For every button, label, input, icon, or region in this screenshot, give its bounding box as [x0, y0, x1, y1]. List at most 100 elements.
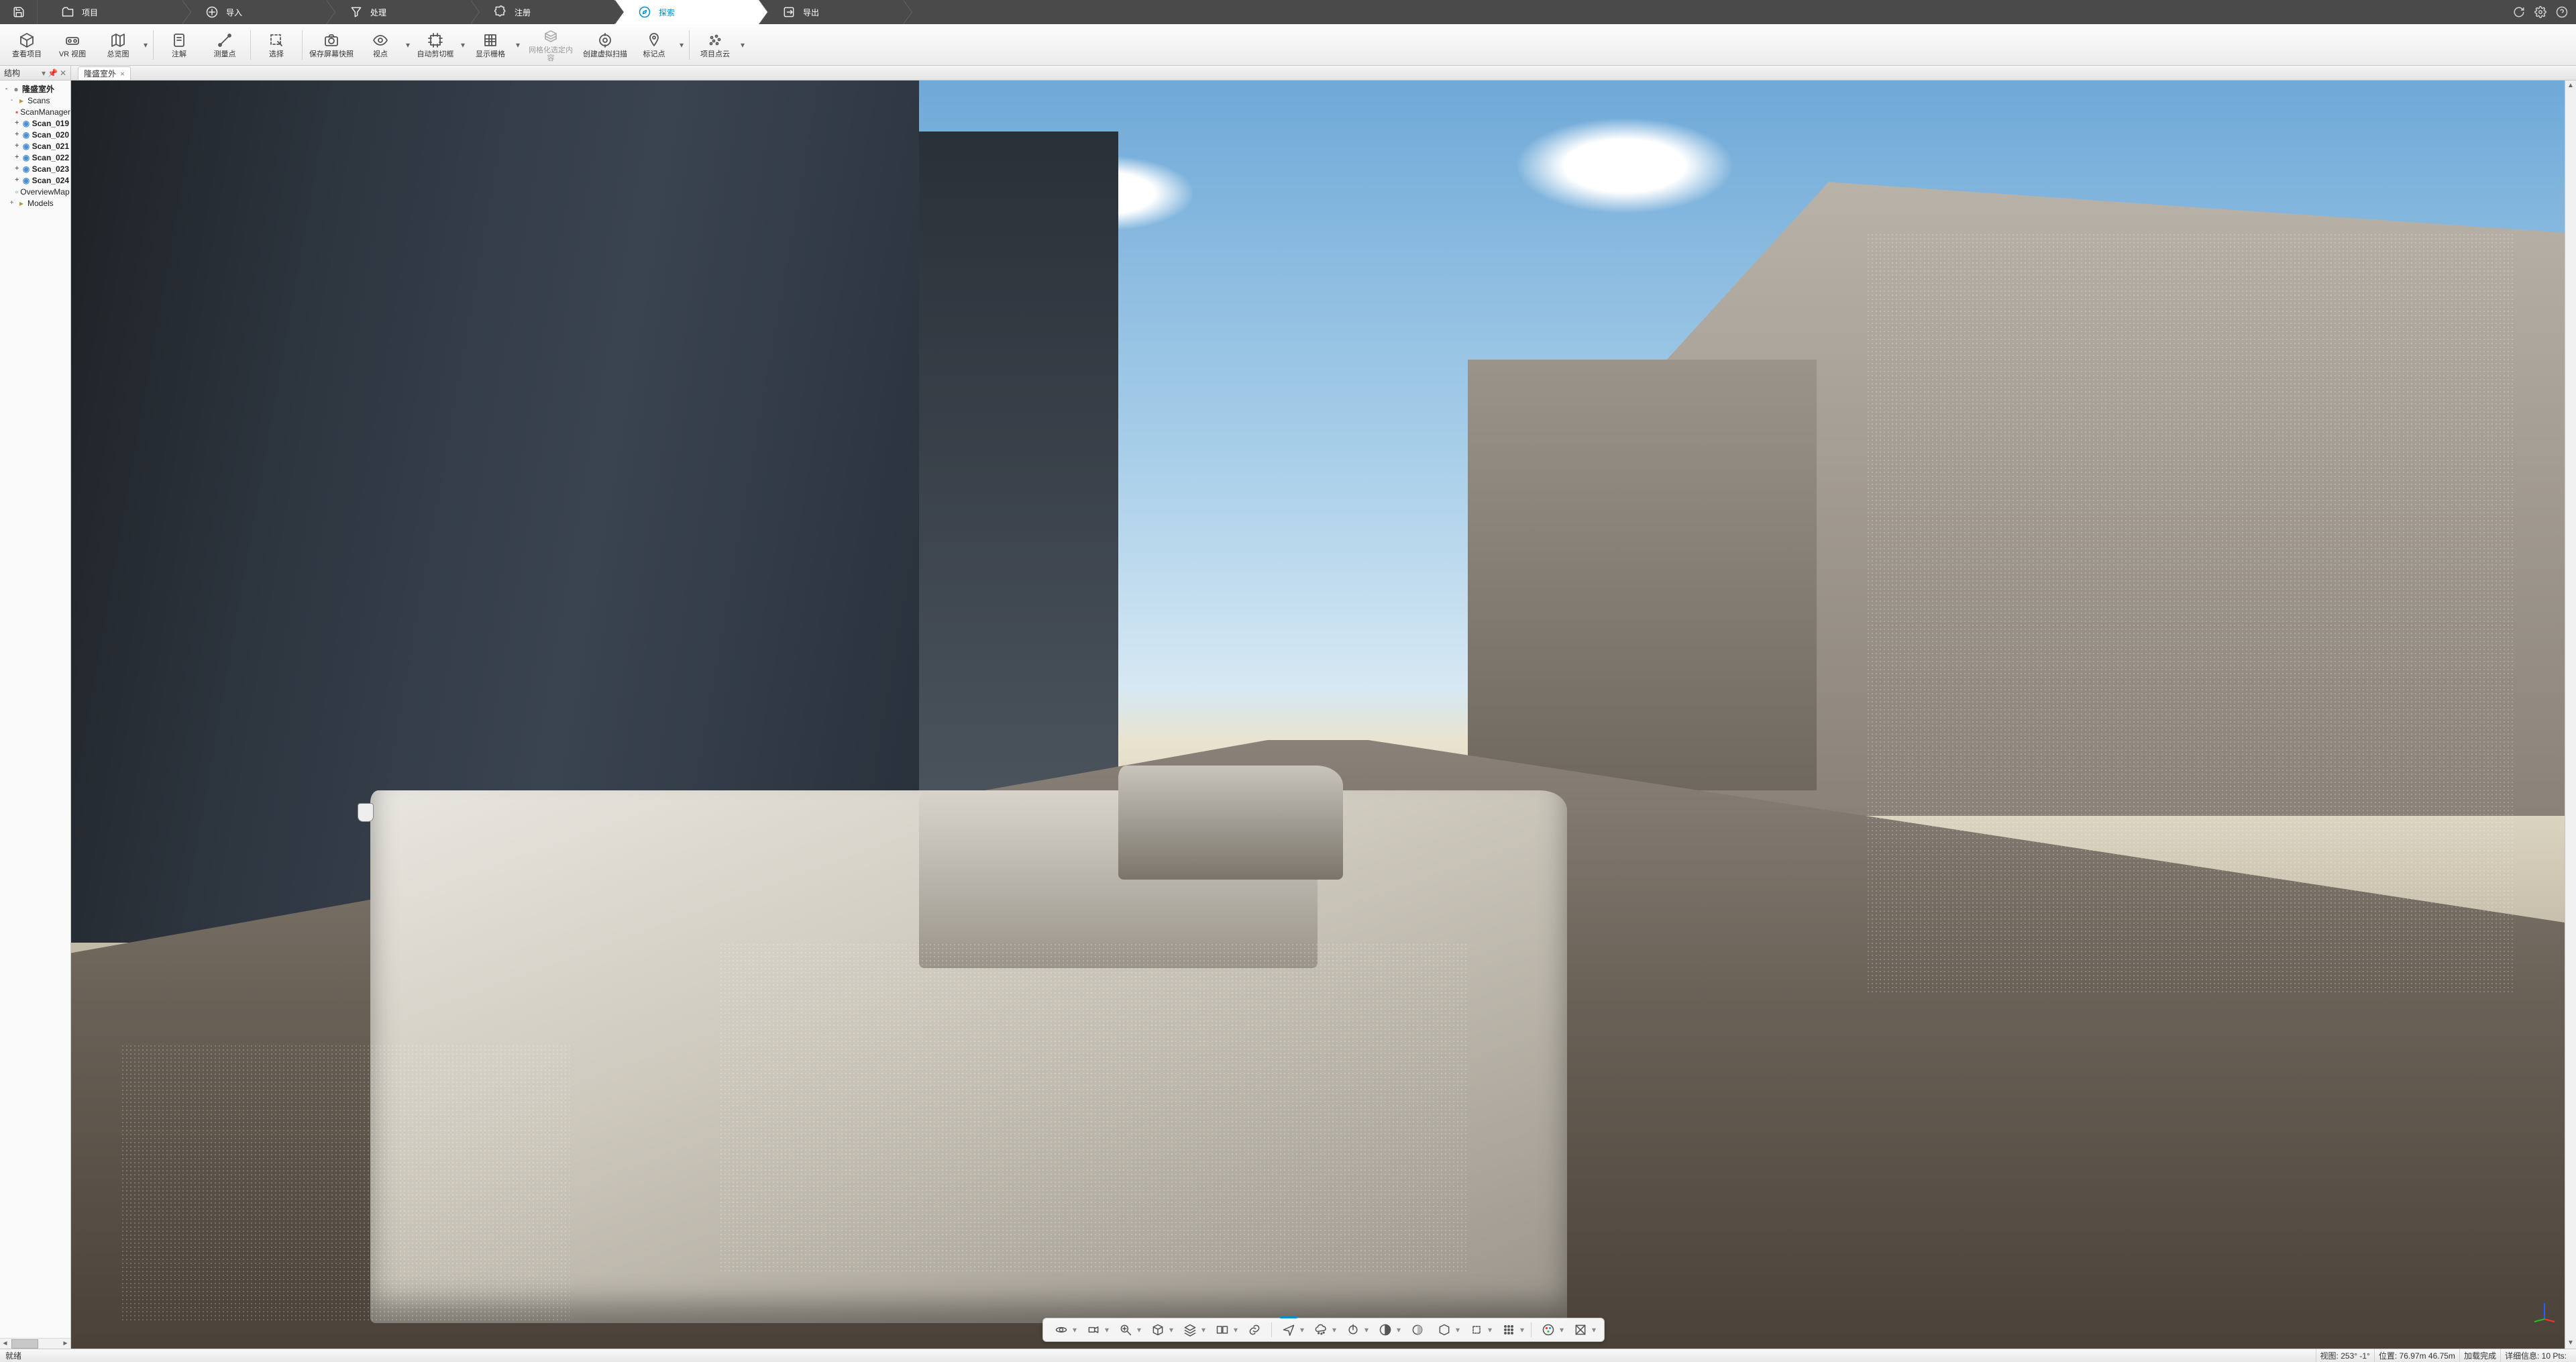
normals-icon — [1346, 1323, 1360, 1337]
ribbon-overview-dropdown[interactable]: ▾ — [141, 25, 150, 64]
ribbon-annotate-button[interactable]: 注解 — [156, 25, 202, 64]
ribbon-clipbox-button[interactable]: 自动剪切框 — [413, 25, 458, 64]
structure-tree[interactable]: -●隆盛室外-▸Scans▪ScanManager+◉Scan_019+◉Sca… — [0, 81, 70, 1338]
workflow-step-label: 导出 — [803, 7, 819, 18]
workflow-step-label: 注册 — [515, 7, 531, 18]
pin-icon — [646, 32, 662, 48]
ribbon-mark-point-dropdown[interactable]: ▾ — [677, 25, 686, 64]
tree-node-label: Models — [28, 199, 54, 208]
viewtool-link-button[interactable] — [1242, 1320, 1267, 1340]
workflow-step-import[interactable]: 导入 — [182, 0, 326, 24]
help-icon[interactable] — [2556, 6, 2568, 18]
tree-node[interactable]: -▸Scans — [1, 95, 69, 106]
tree-twisty-icon[interactable]: + — [13, 154, 20, 161]
workflow-step-export[interactable]: 导出 — [759, 0, 903, 24]
ribbon-button-label: 保存屏幕快照 — [309, 50, 354, 58]
grid-icon — [482, 32, 498, 48]
panel-h-scrollbar[interactable]: ◄► — [0, 1338, 70, 1349]
tree-twisty-icon[interactable]: + — [8, 199, 15, 207]
chevron-down-icon: ▾ — [461, 40, 465, 50]
viewtool-grid2-button[interactable] — [1496, 1320, 1521, 1340]
ribbon-button-label: VR 视图 — [59, 50, 86, 58]
viewtool-iso-button[interactable] — [1432, 1320, 1457, 1340]
document-tabs: 隆盛室外 × — [71, 66, 2576, 81]
3d-viewport[interactable]: ▾▾▾▾▾▾▾▾▾▾▾▾▾▾▾ ▲▼ — [71, 81, 2576, 1349]
viewtool-clip2-button[interactable] — [1464, 1320, 1489, 1340]
tree-twisty-icon[interactable]: - — [8, 97, 15, 104]
tree-node[interactable]: +◉Scan_023 — [1, 163, 69, 174]
puzzle-icon — [494, 5, 507, 19]
tree-twisty-icon[interactable]: - — [3, 85, 10, 93]
gear-icon[interactable] — [2534, 6, 2546, 18]
viewtool-contrast-button[interactable] — [1373, 1320, 1398, 1340]
save-button[interactable] — [0, 0, 38, 24]
viewtool-cloud-style-button[interactable] — [1308, 1320, 1334, 1340]
tree-twisty-icon[interactable]: + — [13, 119, 20, 127]
panel-pin-icon[interactable]: 📌 — [48, 68, 58, 78]
tree-twisty-icon[interactable]: + — [13, 176, 20, 184]
axis-gizmo[interactable] — [2532, 1299, 2557, 1324]
viewtool-normals-button[interactable] — [1340, 1320, 1366, 1340]
tree-node[interactable]: +◉Scan_021 — [1, 140, 69, 152]
workflow-step-register[interactable]: 注册 — [470, 0, 614, 24]
viewtool-color-button[interactable] — [1536, 1320, 1561, 1340]
viewport-v-scrollbar[interactable]: ▲▼ — [2565, 81, 2576, 1349]
status-ready: 就绪 — [5, 1350, 21, 1361]
structure-panel-header[interactable]: 结构 ▾ 📌 ✕ — [0, 66, 70, 81]
tree-node[interactable]: +▸Models — [1, 197, 69, 209]
ribbon-project-cloud-button[interactable]: 项目点云 — [692, 25, 738, 64]
viewtool-box-button[interactable] — [1145, 1320, 1171, 1340]
tree-twisty-icon[interactable]: + — [13, 142, 20, 150]
sync-icon[interactable] — [2513, 6, 2525, 18]
ribbon-overview-button[interactable]: 总览图 — [95, 25, 141, 64]
workflow-step-project[interactable]: 项目 — [38, 0, 182, 24]
viewtool-fly-button[interactable] — [1276, 1320, 1301, 1340]
tree-twisty-icon[interactable]: + — [13, 131, 20, 138]
document-tab-active[interactable]: 隆盛室外 × — [78, 66, 131, 80]
panel-menu-icon[interactable]: ▾ — [42, 68, 46, 78]
viewtool-dual-button[interactable] — [1210, 1320, 1235, 1340]
ribbon-measure-button[interactable]: 测量点 — [202, 25, 248, 64]
viewtool-shading-button[interactable] — [1405, 1320, 1430, 1340]
tree-node-label: Scan_023 — [32, 164, 69, 174]
viewtool-zoom-button[interactable] — [1113, 1320, 1138, 1340]
workflow-step-label: 导入 — [226, 7, 242, 18]
ribbon-button-label: 项目点云 — [700, 50, 730, 58]
ribbon-show-grid-button[interactable]: 显示栅格 — [468, 25, 513, 64]
viewtool-orbit-button[interactable] — [1049, 1320, 1074, 1340]
viewtool-layers-button[interactable] — [1177, 1320, 1203, 1340]
workflow-step-explore[interactable]: 探索 — [614, 0, 759, 24]
ribbon-show-grid-dropdown[interactable]: ▾ — [513, 25, 523, 64]
iso-icon — [1438, 1323, 1451, 1337]
viewtool-camera-mode-button[interactable] — [1081, 1320, 1106, 1340]
tree-twisty-icon[interactable]: + — [13, 165, 20, 172]
ribbon-mark-point-button[interactable]: 标记点 — [631, 25, 677, 64]
tree-node-icon: ◉ — [22, 119, 30, 127]
scanner-marker-icon[interactable] — [358, 803, 374, 822]
workflow-step-label: 探索 — [659, 7, 675, 18]
ribbon-project-cloud-dropdown[interactable]: ▾ — [738, 25, 747, 64]
panel-close-icon[interactable]: ✕ — [60, 68, 66, 78]
workflow-step-process[interactable]: 处理 — [326, 0, 470, 24]
ribbon-clipbox-dropdown[interactable]: ▾ — [458, 25, 468, 64]
color-icon — [1542, 1323, 1555, 1337]
status-view-value: 253° -1° — [2341, 1351, 2370, 1361]
ribbon-screenshot-button[interactable]: 保存屏幕快照 — [305, 25, 358, 64]
tree-node[interactable]: +◉Scan_024 — [1, 174, 69, 186]
ribbon-viewpoint-dropdown[interactable]: ▾ — [403, 25, 413, 64]
tree-node[interactable]: -●隆盛室外 — [1, 83, 69, 95]
ribbon-virtual-scan-button[interactable]: 创建虚拟扫描 — [579, 25, 631, 64]
ribbon-vr-view-button[interactable]: VR 视图 — [50, 25, 95, 64]
tree-node[interactable]: ▫OverviewMap — [1, 186, 69, 197]
ribbon-select-button[interactable]: 选择 — [254, 25, 299, 64]
tree-node-icon: ◉ — [22, 131, 30, 139]
tree-node[interactable]: +◉Scan_022 — [1, 152, 69, 163]
tree-node[interactable]: ▪ScanManager — [1, 106, 69, 117]
ribbon-view-project-button[interactable]: 查看项目 — [4, 25, 50, 64]
ribbon-viewpoint-button[interactable]: 视点 — [358, 25, 403, 64]
ribbon-button-label: 显示栅格 — [476, 50, 505, 58]
tree-node[interactable]: +◉Scan_019 — [1, 117, 69, 129]
viewtool-texture-button[interactable] — [1568, 1320, 1593, 1340]
close-icon[interactable]: × — [120, 69, 125, 78]
tree-node[interactable]: +◉Scan_020 — [1, 129, 69, 140]
